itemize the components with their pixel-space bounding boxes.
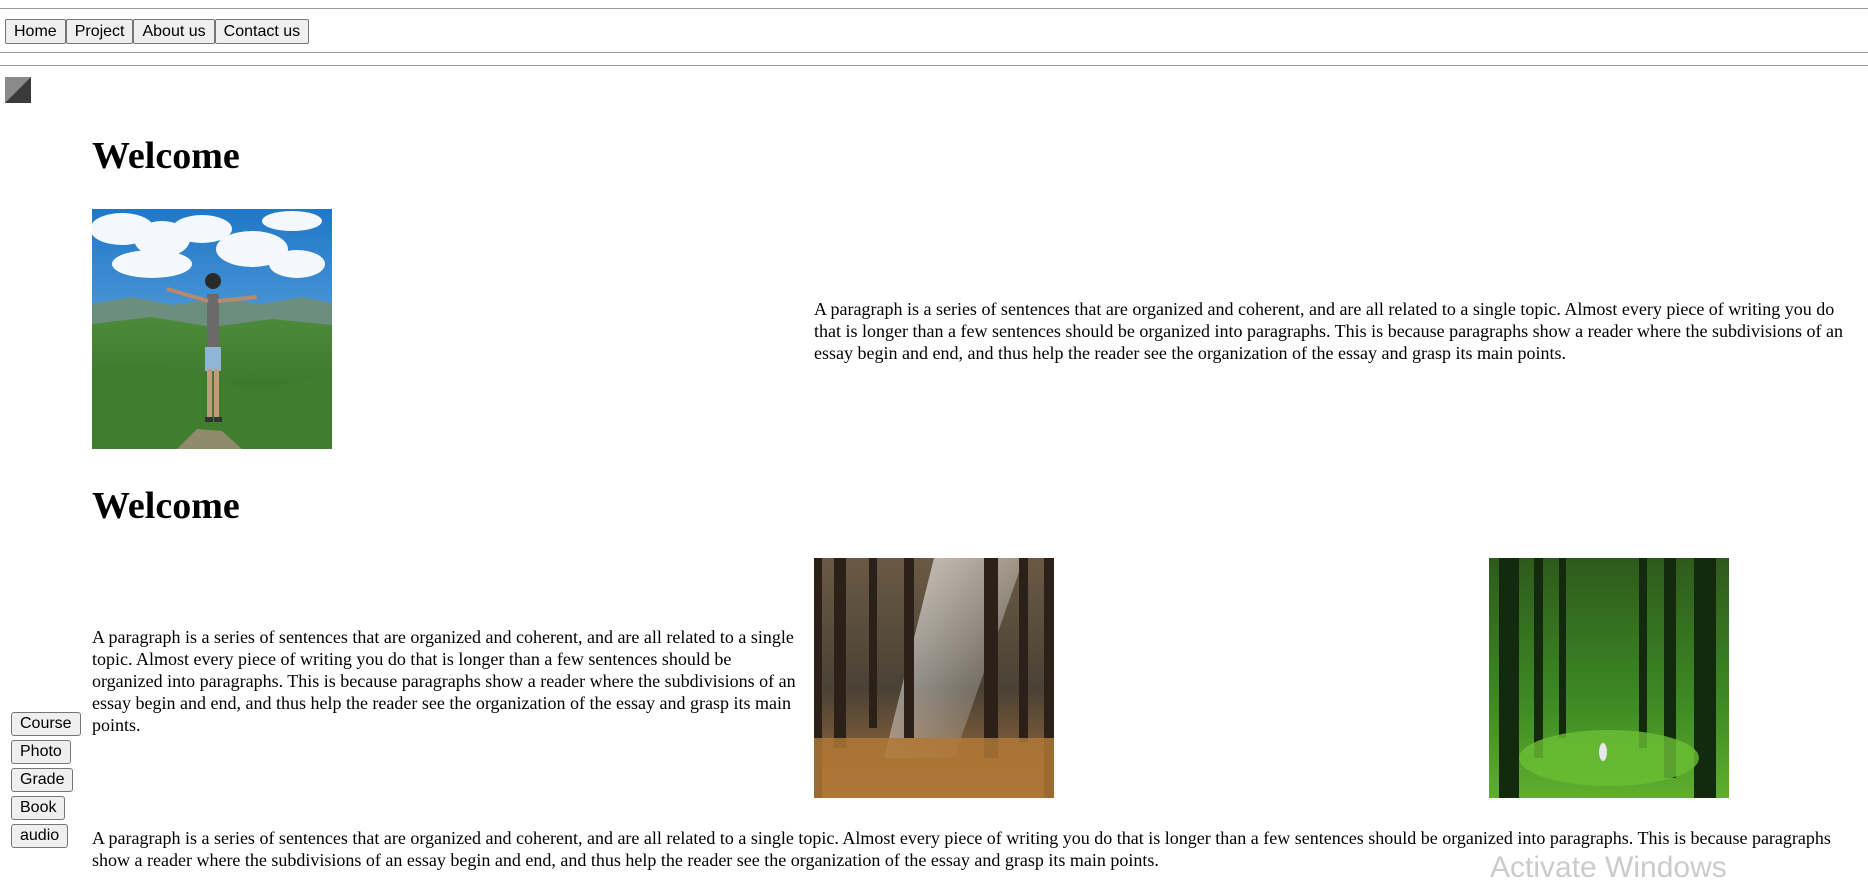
activate-windows-watermark: Activate Windows <box>1490 851 1727 884</box>
nav-project-button[interactable]: Project <box>65 19 134 44</box>
nav-rule-2 <box>0 65 1868 66</box>
welcome-heading-1: Welcome <box>92 135 240 177</box>
audio-button[interactable]: audio <box>11 824 69 848</box>
welcome-heading-2: Welcome <box>92 485 240 527</box>
main-nav: Home Project About us Contact us <box>5 19 310 44</box>
man-on-mountain-photo <box>92 209 332 449</box>
top-rule <box>0 8 1868 9</box>
green-forest-photo <box>1489 558 1729 798</box>
mountain-photo-graphic <box>92 209 332 449</box>
nav-rule-1 <box>0 52 1868 53</box>
green-forest-graphic <box>1489 558 1729 798</box>
book-button[interactable]: Book <box>11 796 66 820</box>
intro-paragraph: A paragraph is a series of sentences tha… <box>814 299 1844 363</box>
broken-image-icon <box>5 77 31 103</box>
grade-button[interactable]: Grade <box>11 768 74 792</box>
nav-home-button[interactable]: Home <box>5 19 66 44</box>
nav-contact-us-button[interactable]: Contact us <box>214 19 310 44</box>
second-paragraph: A paragraph is a series of sentences tha… <box>92 627 796 735</box>
side-button-group: Course Photo Grade Book audio <box>11 712 81 852</box>
nav-about-us-button[interactable]: About us <box>133 19 215 44</box>
course-button[interactable]: Course <box>11 712 81 736</box>
sunlit-forest-photo <box>814 558 1054 798</box>
sunlit-forest-graphic <box>814 558 1054 798</box>
photo-button[interactable]: Photo <box>11 740 71 764</box>
